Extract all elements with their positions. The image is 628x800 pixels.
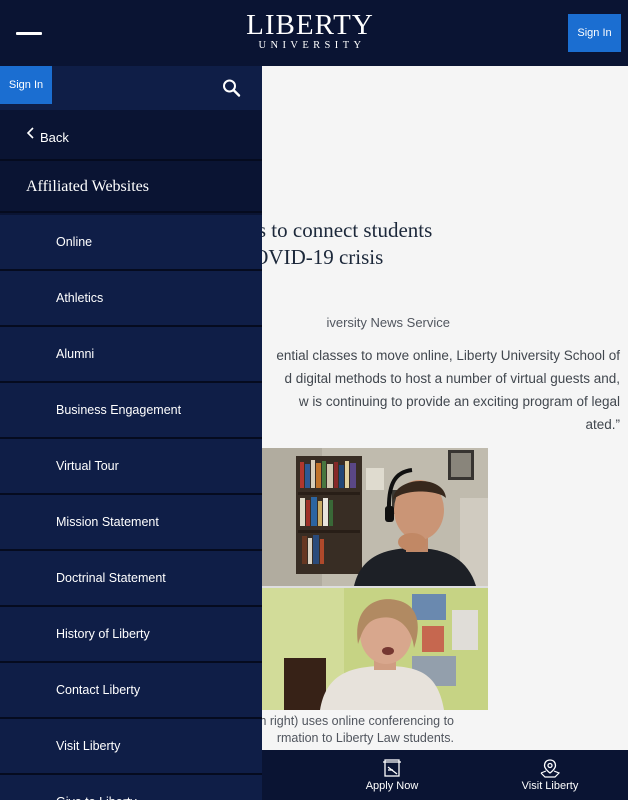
menu-item-alumni[interactable]: Alumni	[0, 327, 262, 383]
drawer-overlay[interactable]	[262, 66, 628, 750]
apply-now-button[interactable]: Apply Now	[352, 750, 432, 800]
menu-icon	[16, 32, 42, 35]
navigation-drawer: Sign In Back Affiliated Websites Online …	[0, 66, 262, 800]
logo-main-text: LIBERTY	[246, 9, 374, 41]
menu-item-business-engagement[interactable]: Business Engagement	[0, 383, 262, 439]
menu-item-virtual-tour[interactable]: Virtual Tour	[0, 439, 262, 495]
menu-item-doctrinal-statement[interactable]: Doctrinal Statement	[0, 551, 262, 607]
menu-close-button[interactable]	[14, 22, 44, 44]
menu-item-visit-liberty[interactable]: Visit Liberty	[0, 719, 262, 775]
header-sign-in-button[interactable]: Sign In	[568, 14, 621, 52]
visit-liberty-label: Visit Liberty	[521, 780, 579, 792]
drawer-sign-in-button[interactable]: Sign In	[0, 66, 52, 104]
apply-form-icon	[383, 759, 401, 777]
top-header: LIBERTY UNIVERSITY Sign In	[0, 0, 628, 66]
menu-item-mission-statement[interactable]: Mission Statement	[0, 495, 262, 551]
menu-item-give-to-liberty[interactable]: Give to Liberty	[0, 775, 262, 800]
apply-now-label: Apply Now	[365, 780, 419, 792]
affiliated-websites-list: Online Athletics Alumni Business Engagem…	[0, 215, 262, 800]
menu-item-online[interactable]: Online	[0, 215, 262, 271]
menu-item-history-of-liberty[interactable]: History of Liberty	[0, 607, 262, 663]
visit-liberty-button[interactable]: Visit Liberty	[508, 750, 592, 800]
search-icon	[223, 79, 241, 97]
map-pin-icon	[540, 759, 561, 778]
logo-sub-text: UNIVERSITY	[258, 40, 366, 51]
back-label: Back	[40, 130, 69, 145]
section-heading-label: Affiliated Websites	[26, 178, 149, 195]
liberty-logo[interactable]: LIBERTY UNIVERSITY	[240, 10, 380, 52]
menu-item-contact-liberty[interactable]: Contact Liberty	[0, 663, 262, 719]
drawer-top-bar: Sign In	[0, 66, 262, 110]
section-heading: Affiliated Websites	[0, 163, 262, 213]
chevron-left-icon	[26, 127, 34, 139]
search-button[interactable]	[220, 77, 244, 99]
menu-item-athletics[interactable]: Athletics	[0, 271, 262, 327]
back-button[interactable]: Back	[0, 110, 262, 161]
